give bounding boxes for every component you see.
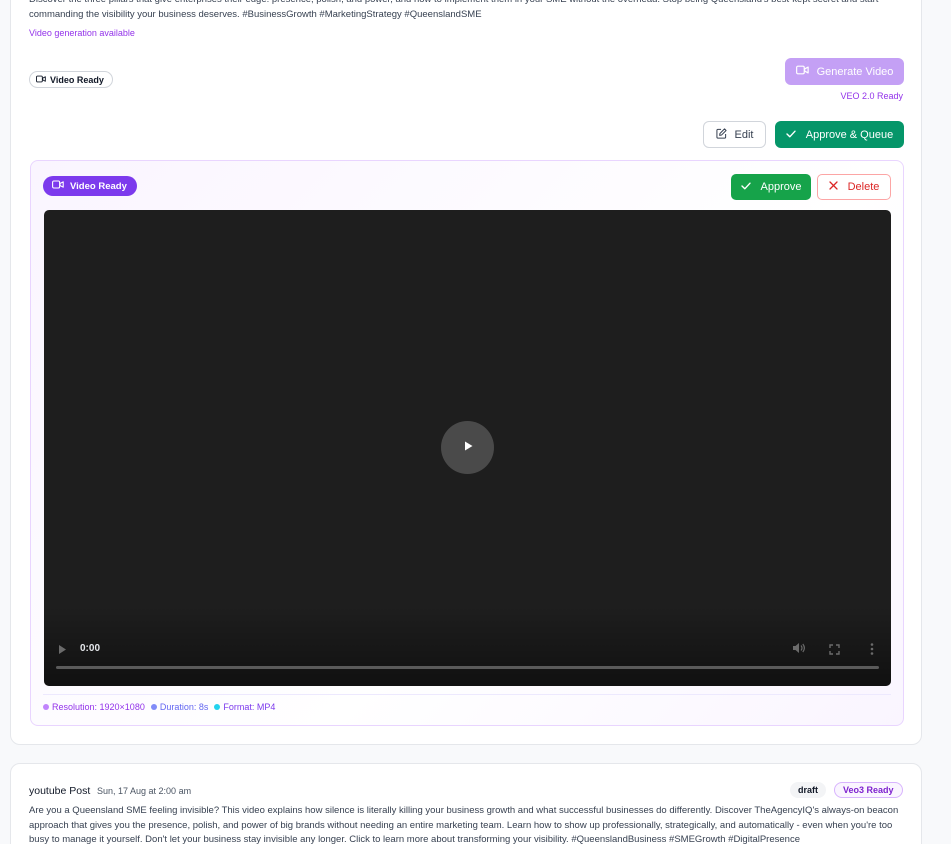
edit-button[interactable]: Edit bbox=[703, 121, 766, 148]
veo-status-text: VEO 2.0 Ready bbox=[840, 91, 903, 101]
edit-icon bbox=[715, 127, 727, 142]
approve-and-queue-button[interactable]: Approve & Queue bbox=[775, 121, 904, 148]
more-vertical-icon bbox=[870, 642, 874, 659]
post-description: Discover the three pillars that give ent… bbox=[29, 0, 878, 20]
video-metadata: Resolution: 1920×1080 Duration: 8s Forma… bbox=[43, 702, 275, 712]
play-overlay-button[interactable] bbox=[441, 421, 494, 474]
metadata-format: Format: MP4 bbox=[214, 702, 275, 712]
video-generation-note: Video generation available bbox=[29, 28, 135, 38]
play-button[interactable] bbox=[58, 642, 67, 660]
metadata-resolution-label: Resolution: 1920×1080 bbox=[52, 702, 145, 712]
close-icon bbox=[828, 181, 838, 193]
metadata-format-label: Format: MP4 bbox=[223, 702, 276, 712]
video-ready-pill-label: Video Ready bbox=[50, 74, 104, 85]
fullscreen-icon bbox=[829, 642, 840, 659]
mute-button[interactable] bbox=[792, 641, 806, 659]
status-badge: draft bbox=[790, 782, 826, 798]
player-controls-gradient bbox=[44, 606, 891, 686]
post-description: Are you a Queensland SME feeling invisib… bbox=[29, 805, 899, 844]
check-icon bbox=[786, 129, 796, 141]
status-dot bbox=[150, 704, 157, 710]
current-time: 0:00 bbox=[80, 643, 101, 654]
status-dot bbox=[43, 704, 49, 710]
metadata-resolution: Resolution: 1920×1080 bbox=[43, 702, 145, 712]
post-card: Discover the three pillars that give ent… bbox=[10, 0, 922, 745]
video-camera-icon bbox=[52, 180, 64, 192]
play-icon bbox=[462, 439, 474, 457]
generate-video-button[interactable]: Generate Video bbox=[785, 58, 904, 85]
check-icon bbox=[740, 181, 751, 193]
approve-and-queue-label: Approve & Queue bbox=[805, 128, 894, 141]
post-card: youtube Post Sun, 17 Aug at 2:00 am draf… bbox=[10, 763, 922, 844]
metadata-duration-label: Duration: 8s bbox=[159, 702, 209, 712]
volume-icon bbox=[792, 641, 806, 658]
delete-label: Delete bbox=[847, 181, 880, 193]
metadata-duration: Duration: 8s bbox=[150, 702, 209, 712]
post-title: youtube Post bbox=[29, 785, 91, 797]
edit-label: Edit bbox=[734, 128, 754, 141]
generate-video-label: Generate Video bbox=[816, 65, 894, 78]
post-date: Sun, 17 Aug at 2:00 am bbox=[97, 786, 192, 796]
video-ready-badge: Video Ready bbox=[43, 176, 137, 196]
video-ready-badge-label: Video Ready bbox=[70, 180, 127, 192]
more-options-button[interactable] bbox=[870, 642, 874, 660]
divider bbox=[43, 694, 891, 695]
video-camera-icon bbox=[795, 65, 809, 78]
video-preview-panel: Video Ready Approve Delete 0:00 Resoluti… bbox=[30, 160, 904, 726]
status-dot bbox=[214, 704, 221, 710]
page: Discover the three pillars that give ent… bbox=[0, 0, 951, 844]
video-ready-pill: Video Ready bbox=[29, 71, 113, 88]
video-camera-icon bbox=[36, 75, 46, 85]
approve-button[interactable]: Approve bbox=[731, 174, 811, 200]
delete-button[interactable]: Delete bbox=[817, 174, 891, 200]
veo-ready-badge: Veo3 Ready bbox=[834, 782, 903, 798]
progress-bar[interactable] bbox=[56, 666, 879, 669]
approve-label: Approve bbox=[760, 181, 802, 193]
fullscreen-button[interactable] bbox=[829, 642, 840, 660]
play-icon bbox=[58, 642, 67, 659]
video-player[interactable]: 0:00 bbox=[44, 210, 891, 686]
